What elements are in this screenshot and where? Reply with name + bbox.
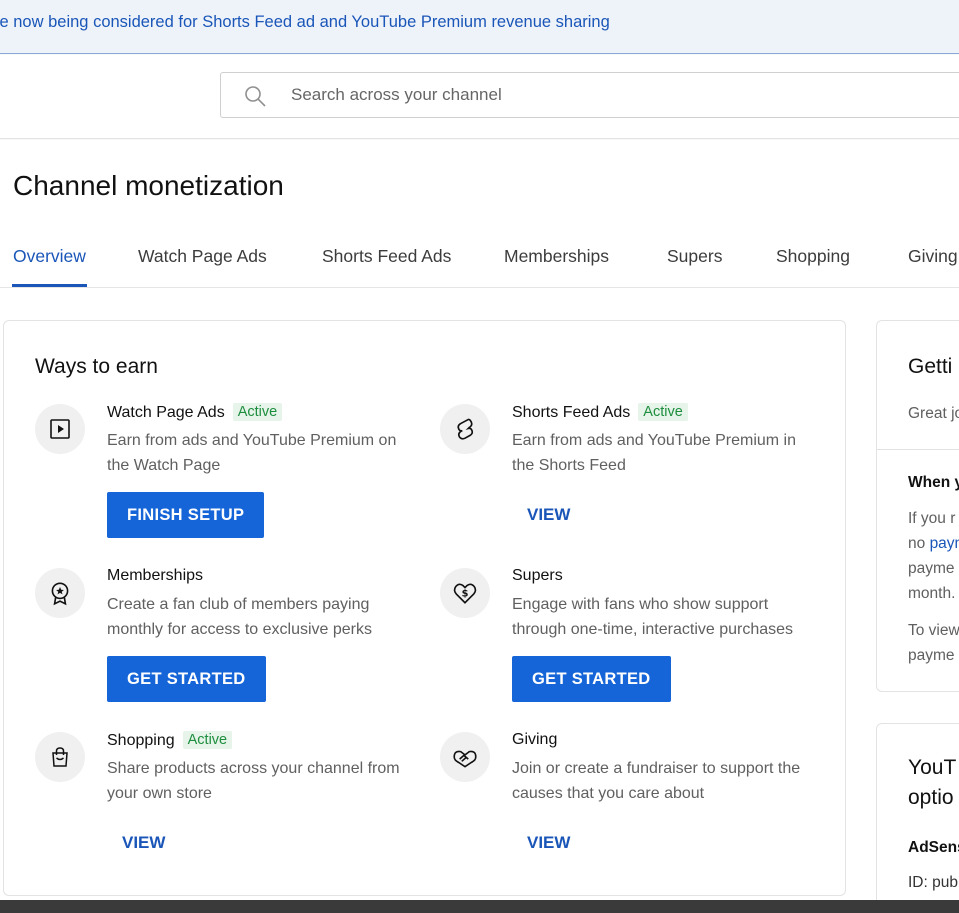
payment-options-title: YouT [908,756,957,779]
tab-giving[interactable]: Giving [908,246,958,267]
getting-paid-para-line: payme [908,560,955,577]
play-icon [35,404,85,454]
earn-item-supers: $ Supers Engage with fans who show suppo… [440,567,820,708]
earn-item-description: Join or create a fundraiser to support t… [512,760,801,802]
status-badge: Active [232,403,283,421]
earn-item-description: Earn from ads and YouTube Premium in the… [512,432,797,474]
earn-item-shopping: Shopping Active Share products across you… [35,731,415,872]
earn-item-description: Share products across your channel from … [107,760,400,802]
getting-paid-line: Great jo [908,405,959,422]
earn-item-watch-page-ads: Watch Page Ads Active Earn from ads and Y… [35,403,415,544]
adsense-id: ID: pub [908,874,958,891]
shopping-bag-icon [35,732,85,782]
earn-item-name: Giving [512,731,558,748]
earn-item-giving: Giving Join or create a fundraiser to su… [440,731,820,872]
tab-supers[interactable]: Supers [667,246,722,267]
page-title: Channel monetization [13,170,284,201]
search-icon [245,86,266,107]
view-button[interactable]: VIEW [512,820,585,866]
getting-paid-para-line: month. [908,585,956,602]
svg-text:$: $ [462,588,469,599]
getting-paid-para-line: payme [908,647,955,664]
getting-paid-subheading: When y [908,474,959,491]
heart-dollar-icon: $ [440,568,490,618]
earn-item-shorts-feed-ads: Shorts Feed Ads Active Earn from ads and … [440,403,820,544]
tab-watch-page-ads[interactable]: Watch Page Ads [138,246,267,267]
view-button[interactable]: VIEW [107,820,180,866]
earn-item-name: Supers [512,567,563,584]
studio-header [0,55,959,139]
getting-paid-para-line: To view [908,622,959,639]
earn-item-name: Shopping Active [107,731,233,750]
tab-shorts-feed-ads[interactable]: Shorts Feed Ads [322,246,451,267]
earn-item-name: Watch Page Ads Active [107,403,283,422]
active-tab-indicator [12,284,87,287]
tab-memberships[interactable]: Memberships [504,246,609,267]
payment-options-title: optio [908,786,954,809]
earn-item-memberships: Memberships Create a fan club of members… [35,567,415,708]
divider [877,449,959,450]
adsense-label: AdSens [908,839,959,856]
handshake-heart-icon [440,732,490,782]
getting-paid-title: Getti [908,355,953,378]
earn-item-description: Create a fan club of members paying mont… [107,596,372,638]
announcement-banner: re now being considered for Shorts Feed … [0,0,959,54]
tab-shopping[interactable]: Shopping [776,246,850,267]
os-taskbar [0,900,959,913]
get-started-button[interactable]: GET STARTED [512,656,671,702]
shorts-icon [440,404,490,454]
getting-paid-para-line: no paym [908,535,959,553]
earn-item-description: Engage with fans who show support throug… [512,596,794,638]
monetization-tabs: Overview Watch Page Ads Shorts Feed Ads … [0,236,959,288]
earn-item-name: Shorts Feed Ads Active [512,403,688,422]
tab-overview[interactable]: Overview [13,246,86,267]
getting-paid-card: Getti Great jo When y If you r no paym p… [876,320,959,692]
membership-badge-icon [35,568,85,618]
status-badge: Active [638,403,688,421]
search-input[interactable] [291,73,891,117]
status-badge: Active [182,731,233,749]
search-box[interactable] [220,72,959,118]
finish-setup-button[interactable]: FINISH SETUP [107,492,265,538]
banner-text: re now being considered for Shorts Feed … [0,13,610,31]
ways-to-earn-card: Ways to earn Watch Page Ads Active Earn f… [3,320,846,896]
ways-to-earn-title: Ways to earn [35,355,158,378]
getting-paid-para-line: If you r [908,510,956,527]
main-content: Channel monetization Overview Watch Page… [0,140,959,913]
get-started-button[interactable]: GET STARTED [107,656,266,702]
view-button[interactable]: VIEW [512,492,585,538]
earn-item-description: Earn from ads and YouTube Premium on the… [107,432,397,474]
earn-item-name: Memberships [107,567,204,584]
youtube-payment-options-card: YouT optio AdSens ID: pub [876,723,959,913]
payments-link[interactable]: paym [930,535,959,552]
